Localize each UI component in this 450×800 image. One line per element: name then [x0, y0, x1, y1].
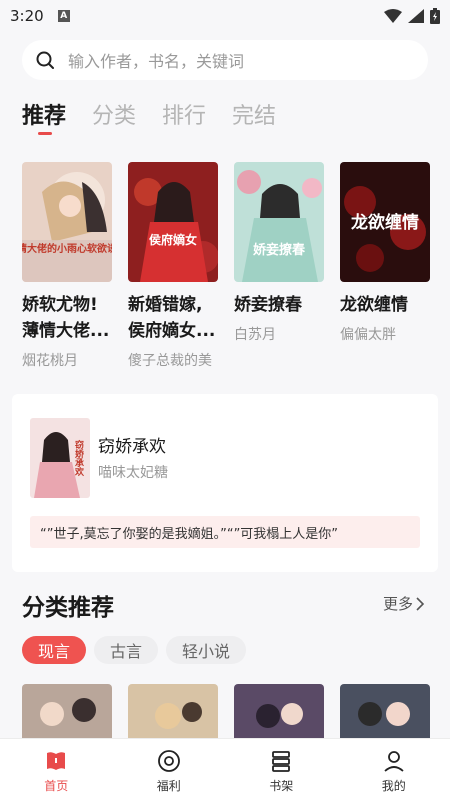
nav-label: 书架	[269, 779, 294, 793]
book-title-line: 娇妾撩春	[234, 295, 302, 315]
more-label: 更多	[383, 595, 414, 613]
notification-a-icon: A	[57, 10, 70, 22]
nav-home[interactable]: 首页	[0, 739, 113, 800]
book-title: 新婚错嫁, 侯府嫡女...	[128, 292, 218, 344]
nav-label: 首页	[44, 779, 69, 793]
book-card[interactable]: 侯府嫡女 新婚错嫁, 侯府嫡女... 傻子总裁的美	[128, 162, 218, 370]
chip-light-novel[interactable]: 轻小说	[166, 636, 247, 664]
status-icons	[384, 8, 440, 24]
cover-title-text: 侯府嫡女	[149, 232, 197, 247]
chip-ancient-romance[interactable]: 古言	[94, 636, 159, 664]
nav-profile[interactable]: 我的	[338, 739, 450, 800]
nav-label: 福利	[156, 779, 181, 793]
book-card[interactable]: 薄情大佬的小雨心软欲诱人 娇软尤物! 薄情大佬... 烟花桃月	[22, 162, 112, 370]
featured-book-cover[interactable]: 窃娇承欢	[30, 418, 90, 498]
signal-icon	[408, 9, 424, 23]
book-author: 烟花桃月	[22, 353, 78, 369]
book-title-line: 娇软尤物!	[22, 295, 98, 315]
book-author: 傻子总裁的美	[128, 353, 212, 369]
user-icon	[384, 751, 404, 772]
book-title-line: 龙欲缠情	[340, 295, 408, 315]
book-cover[interactable]	[340, 684, 430, 740]
category-tabs: 推荐 分类 排行 完结	[22, 98, 276, 130]
target-icon	[157, 750, 180, 772]
cover-title-text: 窃娇承欢	[73, 439, 85, 477]
featured-book-title: 窃娇承欢	[98, 437, 166, 457]
tab-completed[interactable]: 完结	[232, 98, 276, 130]
home-book-icon	[47, 752, 66, 770]
tab-category[interactable]: 分类	[92, 98, 136, 130]
chevron-right-icon	[416, 596, 425, 611]
battery-icon	[430, 8, 440, 24]
book-cover[interactable]: 龙欲缠情	[340, 162, 430, 282]
book-title: 龙欲缠情	[340, 292, 430, 318]
nav-label: 我的	[381, 779, 406, 793]
book-cover[interactable]: 薄情大佬的小雨心软欲诱人	[22, 162, 112, 282]
book-author: 偏偏太胖	[340, 327, 396, 343]
book-card[interactable]: 娇妾撩春 娇妾撩春 白苏月	[234, 162, 324, 344]
status-time: 3:20	[10, 7, 44, 25]
nav-welfare[interactable]: 福利	[113, 739, 226, 800]
featured-book-card[interactable]: 窃娇承欢 窃娇承欢 喵味太妃糖 “”世子,莫忘了你娶的是我嫡姐。”“”可我榻上人…	[12, 394, 438, 572]
wifi-icon	[384, 9, 402, 23]
book-cover[interactable]: 侯府嫡女	[128, 162, 218, 282]
featured-book-author: 喵味太妃糖	[98, 465, 168, 481]
cover-title-text: 龙欲缠情	[350, 212, 419, 233]
search-icon	[36, 51, 54, 69]
book-cover[interactable]	[128, 684, 218, 740]
cover-title-text: 薄情大佬的小雨心软欲诱人	[22, 242, 112, 255]
cover-title-text: 娇妾撩春	[253, 242, 306, 258]
search-input[interactable]: 输入作者，书名，关键词	[68, 48, 244, 72]
book-author: 白苏月	[234, 327, 276, 343]
book-title-line: 侯府嫡女...	[128, 321, 216, 341]
status-bar: 3:20 A	[0, 0, 450, 32]
book-title: 娇软尤物! 薄情大佬...	[22, 292, 112, 344]
chip-modern-romance[interactable]: 现言	[22, 636, 87, 664]
book-card[interactable]: 龙欲缠情 龙欲缠情 偏偏太胖	[340, 162, 430, 344]
tab-ranking[interactable]: 排行	[162, 98, 206, 130]
nav-bookshelf[interactable]: 书架	[225, 739, 338, 800]
tab-indicator	[38, 132, 52, 135]
bookshelf-icon	[272, 751, 291, 772]
bottom-nav: 首页 福利 书架 我的	[0, 738, 450, 800]
more-link[interactable]: 更多	[383, 593, 425, 614]
book-title: 娇妾撩春	[234, 292, 324, 318]
featured-book-quote: “”世子,莫忘了你娶的是我嫡姐。”“”可我榻上人是你”	[30, 516, 420, 548]
book-cover[interactable]	[22, 684, 112, 740]
book-title-line: 薄情大佬...	[22, 321, 110, 341]
section-title: 分类推荐	[22, 595, 114, 621]
book-title-line: 新婚错嫁,	[128, 295, 203, 315]
book-cover[interactable]: 娇妾撩春	[234, 162, 324, 282]
tab-recommend[interactable]: 推荐	[22, 98, 66, 130]
genre-chips: 现言 古言 轻小说	[22, 636, 247, 664]
search-bar[interactable]: 输入作者，书名，关键词	[22, 40, 428, 80]
book-cover[interactable]	[234, 684, 324, 740]
